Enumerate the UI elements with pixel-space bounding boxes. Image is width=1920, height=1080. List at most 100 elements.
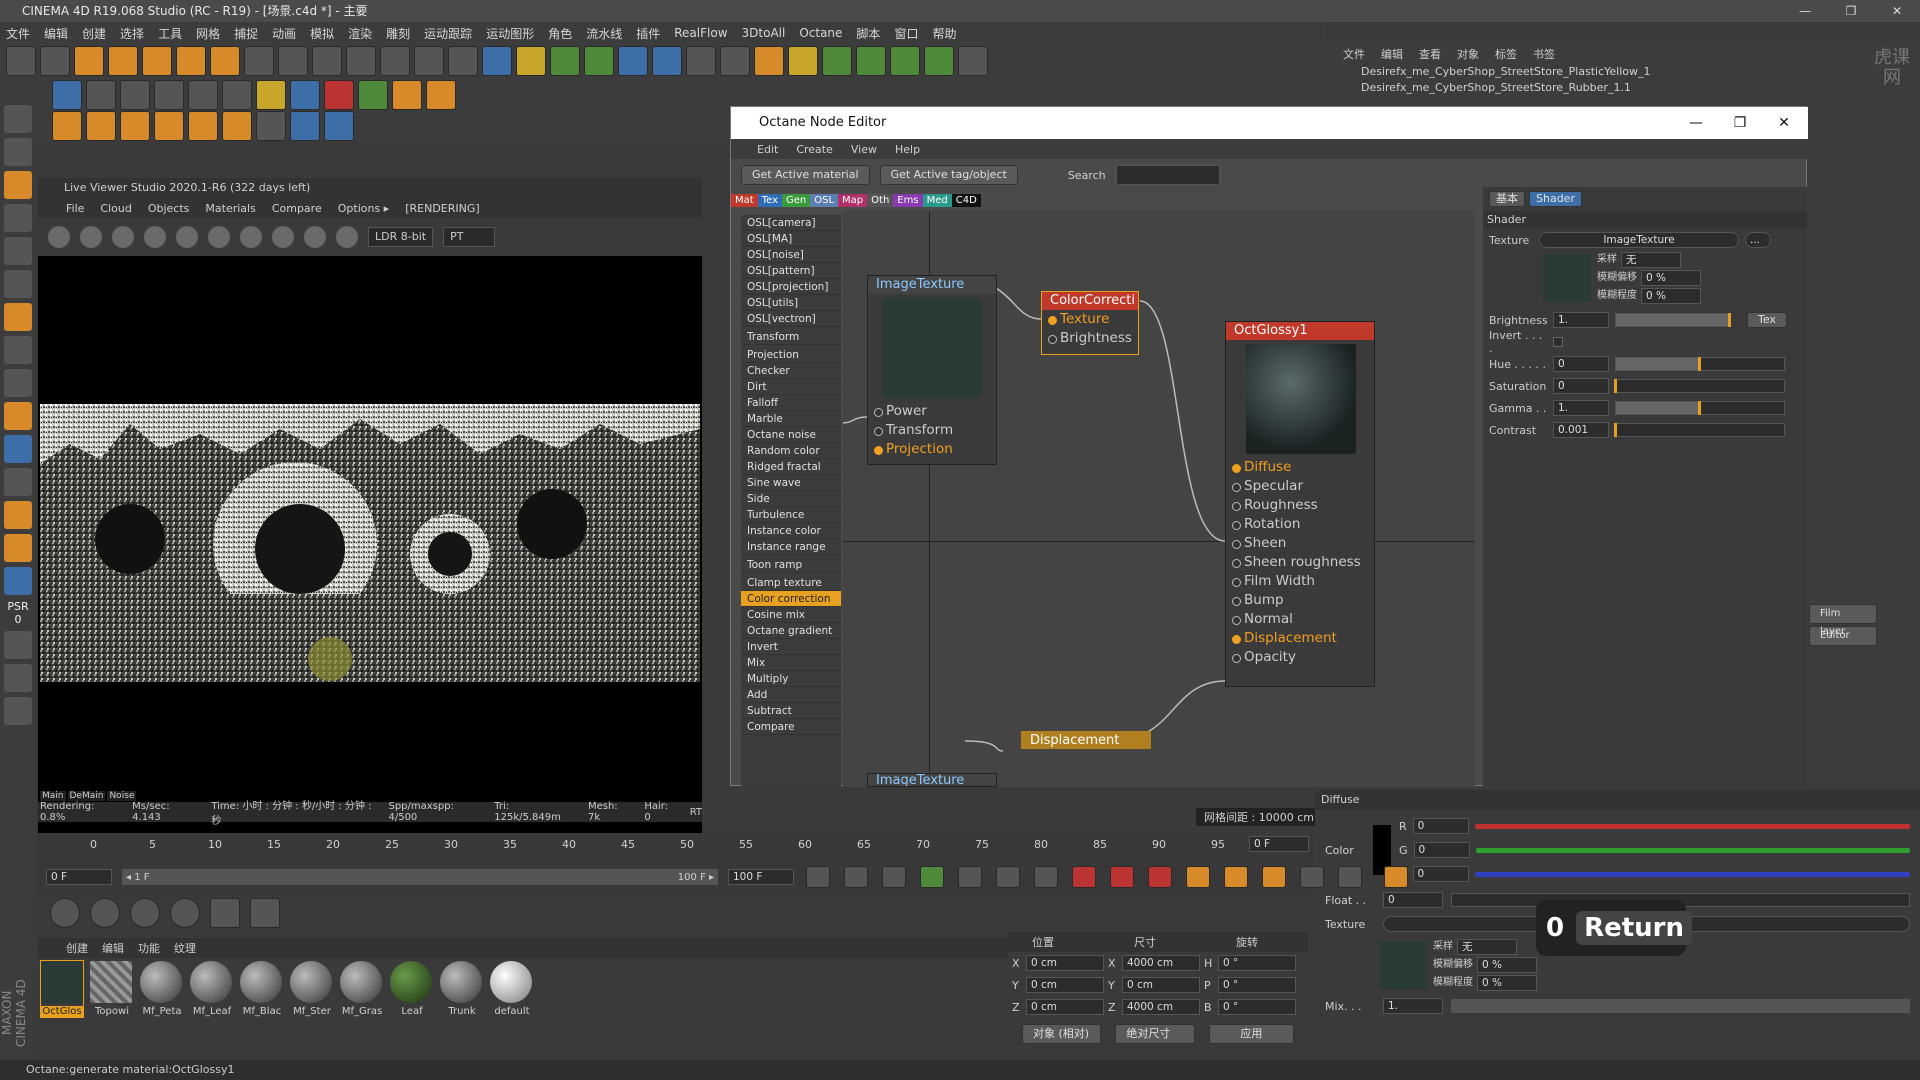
- lock-icon[interactable]: [208, 226, 230, 248]
- live-selection-icon[interactable]: [74, 46, 104, 76]
- timeline-ruler[interactable]: 0510152025303540455055606570758085909510…: [38, 836, 1313, 854]
- node-list-item[interactable]: Turbulence: [741, 507, 841, 523]
- tab-ems[interactable]: Ems: [893, 193, 923, 207]
- pen-icon[interactable]: [516, 46, 546, 76]
- solo-icon[interactable]: [4, 501, 32, 529]
- rotate-key-icon[interactable]: [1262, 866, 1286, 888]
- editor-button[interactable]: Editor: [1809, 626, 1877, 646]
- brush-icon[interactable]: [4, 336, 32, 364]
- om-item[interactable]: Desirefx_me_CyberShop_StreetStore_Plasti…: [1361, 64, 1920, 80]
- port-normal[interactable]: Normal: [1226, 610, 1374, 629]
- menu-mesh[interactable]: 网格: [196, 25, 220, 42]
- lock-icon[interactable]: [4, 468, 32, 496]
- image-texture-node-2[interactable]: ImageTexture: [867, 773, 997, 787]
- node-list-item[interactable]: OSL[projection]: [741, 279, 841, 295]
- om-item[interactable]: Desirefx_me_CyberShop_StreetStore_Rubber…: [1361, 80, 1920, 96]
- coord-field[interactable]: 0 cm: [1122, 977, 1200, 993]
- tab-gen[interactable]: Gen: [782, 193, 811, 207]
- ne-minimize-button[interactable]: —: [1674, 107, 1718, 139]
- ne-menu-create[interactable]: Create: [796, 143, 833, 156]
- vdb-icon[interactable]: [426, 80, 456, 110]
- close-button[interactable]: ✕: [1874, 0, 1920, 22]
- sphere-preview-icon[interactable]: [50, 898, 80, 928]
- brightness-field[interactable]: 1.: [1553, 312, 1609, 328]
- ne-menu-edit[interactable]: Edit: [757, 143, 778, 156]
- node-list-item[interactable]: Transform: [741, 329, 841, 345]
- z-axis-icon[interactable]: [312, 46, 342, 76]
- menu-edit[interactable]: 编辑: [44, 25, 68, 42]
- texture-link-field[interactable]: ImageTexture: [1539, 232, 1739, 248]
- menu-tools[interactable]: 工具: [158, 25, 182, 42]
- record-key-icon[interactable]: [1072, 866, 1096, 888]
- material-toon-icon[interactable]: [222, 111, 252, 141]
- minimize-button[interactable]: —: [1782, 0, 1828, 22]
- color-r-field[interactable]: 0: [1412, 818, 1469, 834]
- search-input[interactable]: [1115, 165, 1220, 185]
- record-icon[interactable]: [324, 80, 354, 110]
- toggle-icon[interactable]: [188, 80, 218, 110]
- param-key-icon[interactable]: [1300, 866, 1324, 888]
- material-portal-icon[interactable]: [290, 111, 320, 141]
- x-axis-icon[interactable]: [244, 46, 274, 76]
- color-b-field[interactable]: 0: [1412, 866, 1469, 882]
- node-list-item[interactable]: OSL[pattern]: [741, 263, 841, 279]
- material-glossy-icon[interactable]: [86, 111, 116, 141]
- snap-icon[interactable]: [4, 369, 32, 397]
- render-picture-icon[interactable]: [414, 46, 444, 76]
- undo-icon[interactable]: [6, 46, 36, 76]
- cube-icon[interactable]: [482, 46, 512, 76]
- menu-snap[interactable]: 捕捉: [234, 25, 258, 42]
- material-mix-icon[interactable]: [256, 111, 286, 141]
- add-icon[interactable]: [272, 226, 294, 248]
- sun-icon[interactable]: [256, 80, 286, 110]
- port-texture[interactable]: Texture: [1042, 310, 1138, 329]
- mat-menu-texture[interactable]: 纹理: [174, 940, 196, 956]
- play-icon[interactable]: [920, 866, 944, 888]
- material-pick-icon[interactable]: [336, 226, 358, 248]
- pause-icon[interactable]: [120, 80, 150, 110]
- maximize-button[interactable]: ❐: [1828, 0, 1874, 22]
- node-list-item[interactable]: Add: [741, 687, 841, 703]
- menu-window[interactable]: 窗口: [894, 25, 918, 42]
- hue-slider[interactable]: [1615, 357, 1785, 371]
- next-key-icon[interactable]: [996, 866, 1020, 888]
- go-start-icon[interactable]: [806, 866, 830, 888]
- end-frame-field[interactable]: 100 F: [728, 869, 794, 885]
- subdivision-icon[interactable]: [550, 46, 580, 76]
- node-list-item[interactable]: Instance range: [741, 539, 841, 555]
- current-frame-field[interactable]: 0 F: [1249, 836, 1309, 852]
- node-list-item[interactable]: OSL[utils]: [741, 295, 841, 311]
- texture-mode-icon[interactable]: [4, 138, 32, 166]
- tree-icon[interactable]: [924, 46, 954, 76]
- saturation-field[interactable]: 0: [1553, 378, 1609, 394]
- om-menu-object[interactable]: 对象: [1457, 46, 1479, 62]
- color-g-field[interactable]: 0: [1413, 842, 1470, 858]
- lv-tab-demain[interactable]: DeMain: [67, 791, 106, 801]
- lv-menu-cloud[interactable]: Cloud: [100, 202, 131, 215]
- lv-tab-main[interactable]: Main: [40, 791, 66, 801]
- deformer-icon[interactable]: [618, 46, 648, 76]
- node-list-item[interactable]: Multiply: [741, 671, 841, 687]
- om-menu-tag[interactable]: 标签: [1495, 46, 1517, 62]
- sample-select[interactable]: 无: [1457, 939, 1517, 955]
- port-brightness[interactable]: Brightness: [1042, 329, 1138, 348]
- node-list-item[interactable]: OSL[MA]: [741, 231, 841, 247]
- next-frame-icon[interactable]: [958, 866, 982, 888]
- camera-icon[interactable]: [686, 46, 716, 76]
- material-diffuse-icon[interactable]: [154, 111, 184, 141]
- coord-field[interactable]: 0 °: [1218, 977, 1296, 993]
- gear-icon[interactable]: [890, 46, 920, 76]
- node-list-item[interactable]: Mix: [741, 655, 841, 671]
- port-roughness[interactable]: Roughness: [1226, 496, 1374, 515]
- material-item[interactable]: Mf_Ster: [290, 961, 334, 1017]
- color-mode-select[interactable]: LDR 8-bit: [368, 227, 434, 247]
- material-tag-icon[interactable]: [754, 46, 784, 76]
- material-item[interactable]: Topowi: [90, 961, 134, 1017]
- port-displacement[interactable]: Displacement: [1226, 629, 1374, 648]
- grid-icon[interactable]: [4, 435, 32, 463]
- tab-oth[interactable]: Oth: [867, 193, 894, 207]
- mat-menu-create[interactable]: 创建: [66, 940, 88, 956]
- node-list-item[interactable]: Falloff: [741, 395, 841, 411]
- target-icon[interactable]: [222, 80, 252, 110]
- port-rotation[interactable]: Rotation: [1226, 515, 1374, 534]
